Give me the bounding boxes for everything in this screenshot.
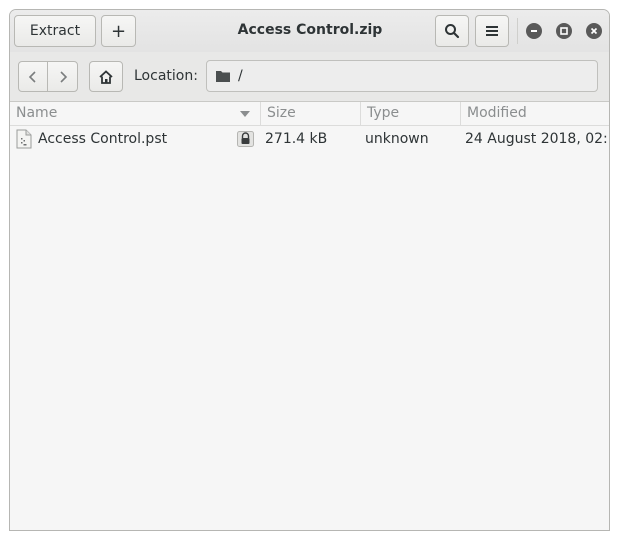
column-header-modified[interactable]: Modified: [460, 102, 609, 125]
search-icon: [445, 24, 460, 39]
maximize-icon: [560, 27, 568, 35]
chevron-right-icon: [59, 70, 67, 83]
back-button[interactable]: [18, 61, 48, 92]
file-type: unknown: [365, 131, 429, 147]
menu-button[interactable]: [475, 15, 509, 47]
file-modified: 24 August 2018, 02:...: [465, 131, 607, 147]
encrypted-indicator: [237, 126, 255, 152]
location-label: Location:: [134, 68, 198, 84]
location-field[interactable]: /: [206, 60, 598, 92]
column-header-name-label: Name: [16, 105, 58, 121]
close-button[interactable]: [586, 23, 602, 39]
hamburger-menu-icon: [486, 26, 498, 36]
home-button[interactable]: [89, 61, 123, 92]
maximize-button[interactable]: [556, 23, 572, 39]
column-header-size[interactable]: Size: [260, 102, 360, 125]
add-files-button[interactable]: +: [101, 15, 136, 47]
file-row[interactable]: Access Control.pst 271.4 kB unknown 24 A…: [10, 126, 609, 152]
minimize-button[interactable]: [526, 23, 542, 39]
column-header-name[interactable]: Name: [10, 102, 260, 125]
header-bar: Extract + Access Control.zip: [10, 10, 609, 53]
chevron-left-icon: [28, 70, 36, 83]
column-header-size-label: Size: [267, 105, 296, 121]
column-header-modified-label: Modified: [467, 105, 527, 121]
folder-icon: [216, 71, 230, 82]
column-header-type[interactable]: Type: [360, 102, 460, 125]
header-separator: [517, 18, 518, 44]
search-button[interactable]: [435, 15, 469, 47]
column-header-type-label: Type: [367, 105, 400, 121]
sort-descending-icon: [240, 111, 250, 117]
unknown-file-icon: [16, 129, 32, 149]
add-icon: +: [110, 20, 127, 42]
extract-button[interactable]: Extract: [14, 15, 96, 47]
location-toolbar: Location: /: [10, 52, 609, 102]
window-title: Access Control.zip: [237, 22, 383, 38]
file-name: Access Control.pst: [38, 131, 168, 147]
file-icon-cell: [16, 126, 36, 152]
extract-button-label: Extract: [29, 23, 81, 39]
minimize-icon: [531, 30, 537, 32]
close-icon: [590, 27, 598, 35]
column-header-row: Name Size Type Modified: [10, 102, 609, 126]
archive-manager-window: Extract + Access Control.zip Location: /…: [9, 9, 610, 531]
location-path: /: [238, 68, 243, 84]
file-list-area[interactable]: [10, 152, 609, 530]
forward-button[interactable]: [47, 61, 78, 92]
home-icon: [99, 69, 113, 84]
lock-icon: [237, 131, 254, 147]
file-size: 271.4 kB: [265, 131, 328, 147]
